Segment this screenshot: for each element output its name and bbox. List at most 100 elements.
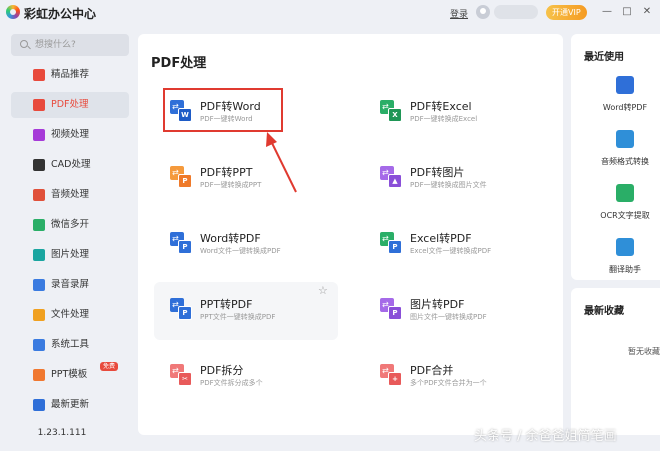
sidebar-item-2[interactable]: 视频处理 [11, 122, 129, 148]
sidebar-item-5[interactable]: 微信多开 [11, 212, 129, 238]
tool-card[interactable]: ⇄ P Excel转PDF Excel文件一键转换成PDF [364, 216, 548, 274]
search-placeholder: 想搜什么? [35, 40, 76, 50]
sidebar-item-label: 图片处理 [51, 249, 90, 260]
tool-name: PPT转PDF [200, 298, 253, 311]
tool-card[interactable]: ⇄ P 图片转PDF 图片文件一键转换成PDF [364, 282, 548, 340]
free-badge: 免费 [100, 362, 119, 371]
tool-desc: PDF一键转换成Excel [410, 115, 478, 123]
file-icon [33, 309, 45, 321]
sidebar-item-0[interactable]: 精品推荐 [11, 62, 129, 88]
sidebar-item-8[interactable]: 文件处理 [11, 302, 129, 328]
highlight-box [163, 88, 283, 132]
tool-name: PDF合并 [410, 364, 454, 377]
word-to-pdf-icon: ⇄ P [170, 232, 192, 254]
sidebar-item-label: 最新更新 [51, 399, 90, 410]
sidebar-item-6[interactable]: 图片处理 [11, 242, 129, 268]
pdf-to-ppt-icon: ⇄ P [170, 166, 192, 188]
update-icon [33, 399, 45, 411]
image-to-pdf-icon: ⇄ P [380, 298, 402, 320]
sidebar-item-1[interactable]: PDF处理 [11, 92, 129, 118]
search-icon [20, 40, 28, 48]
excel-to-pdf-icon: ⇄ P [380, 232, 402, 254]
recommend-icon [33, 69, 45, 81]
tool-card[interactable]: ⇄ ▲ PDF转图片 PDF一键转换成图片文件 [364, 150, 548, 208]
sidebar: 想搜什么? 精品推荐 PDF处理视频处理 CAD处理音频处理微信多开图片处理录音录屏… [0, 26, 138, 451]
cad-icon [33, 159, 45, 171]
pdf-to-image-icon: ⇄ ▲ [380, 166, 402, 188]
system-icon [33, 339, 45, 351]
tool-card[interactable]: ⇄ X PDF转Excel PDF一键转换成Excel [364, 84, 548, 142]
recent-item-label: 翻译助手 [609, 265, 641, 274]
image-icon [33, 249, 45, 261]
sidebar-item-label: PDF处理 [51, 99, 89, 110]
sidebar-item-label: 音频处理 [51, 189, 90, 200]
search-input[interactable]: 想搜什么? [11, 34, 129, 56]
tool-card[interactable]: ⇄ ✂ PDF拆分 PDF文件拆分成多个 [154, 348, 338, 406]
record-icon [33, 279, 45, 291]
tool-desc: 图片文件一键转换成PDF [410, 313, 487, 321]
recent-item-label: OCR文字提取 [600, 211, 650, 220]
tool-card[interactable]: ⇄ P PPT转PDF PPT文件一键转换成PDF ☆ [154, 282, 338, 340]
pdf-merge-icon: ⇄ + [380, 364, 402, 386]
recent-item-label: Word转PDF [602, 103, 648, 112]
sidebar-item-label: 微信多开 [51, 219, 90, 230]
pdf-icon [33, 99, 45, 111]
sidebar-item-9[interactable]: 系统工具 [11, 332, 129, 358]
login-link[interactable]: 登录 [450, 7, 468, 20]
tool-name: Excel转PDF [410, 232, 472, 245]
version-label: 1.23.1.111 [37, 428, 87, 438]
audio-icon [33, 189, 45, 201]
sidebar-item-7[interactable]: 录音录屏 [11, 272, 129, 298]
watermark: 头条号 / 余爸爸姐简笔画 [474, 429, 617, 444]
wechat-icon [33, 219, 45, 231]
recent-panel: 最近使用 Word转PDF 音频格式转换 OCR文字提取 翻译助手 [571, 34, 660, 280]
recent-item[interactable]: 音频格式转换 [571, 130, 660, 176]
sidebar-item-label: 视频处理 [51, 129, 90, 140]
sidebar-item-4[interactable]: 音频处理 [11, 182, 129, 208]
tool-desc: PDF一键转换成图片文件 [410, 181, 487, 189]
title-bar: 彩虹办公中心 登录 开通VIP — □ ✕ [0, 0, 660, 26]
page-title: PDF处理 [151, 56, 207, 71]
tool-desc: PDF一键转换成PPT [200, 181, 262, 189]
sidebar-item-label: 录音录屏 [51, 279, 90, 290]
translate-icon [616, 238, 634, 256]
favorites-title: 最新收藏 [584, 306, 624, 317]
app-title: 彩虹办公中心 [24, 7, 97, 21]
favorites-empty: 暂无收藏 [628, 347, 660, 356]
sidebar-item-3[interactable]: CAD处理 [11, 152, 129, 178]
tool-desc: Word文件一键转换成PDF [200, 247, 281, 255]
maximize-button[interactable]: □ [620, 4, 634, 20]
tool-name: 图片转PDF [410, 298, 465, 311]
ocr-icon [616, 184, 634, 202]
tool-desc: PDF文件拆分成多个 [200, 379, 263, 387]
open-vip-button[interactable]: 开通VIP [546, 5, 587, 20]
sidebar-item-11[interactable]: 最新更新 [11, 392, 129, 418]
recent-item[interactable]: 翻译助手 [571, 238, 660, 284]
recent-item[interactable]: OCR文字提取 [571, 184, 660, 230]
tool-card[interactable]: ⇄ P PDF转PPT PDF一键转换成PPT [154, 150, 338, 208]
user-name[interactable] [494, 5, 538, 19]
word-to-pdf-icon [616, 76, 634, 94]
star-icon[interactable]: ☆ [318, 284, 328, 297]
tool-card[interactable]: ⇄ P Word转PDF Word文件一键转换成PDF [154, 216, 338, 274]
tool-name: Word转PDF [200, 232, 261, 245]
video-icon [33, 129, 45, 141]
recent-item-label: 音频格式转换 [601, 157, 649, 166]
sidebar-item-10[interactable]: PPT模板 免费 [11, 362, 129, 388]
favorites-panel: 最新收藏 暂无收藏 [571, 288, 660, 435]
tool-card[interactable]: ⇄ + PDF合并多个PDF文件合并为一个 [364, 348, 548, 406]
sidebar-item-label: 文件处理 [51, 309, 90, 320]
close-button[interactable]: ✕ [640, 4, 654, 20]
tool-desc: Excel文件一键转换成PDF [410, 247, 492, 255]
tool-desc: PPT文件一键转换成PDF [200, 313, 276, 321]
audio-convert-icon [616, 130, 634, 148]
tool-name: PDF转图片 [410, 166, 465, 179]
tool-desc: 多个PDF文件合并为一个 [410, 379, 487, 387]
recent-item[interactable]: Word转PDF [571, 76, 660, 122]
avatar[interactable] [476, 5, 490, 19]
pdf-to-excel-icon: ⇄ X [380, 100, 402, 122]
minimize-button[interactable]: — [600, 4, 614, 20]
recent-title: 最近使用 [584, 52, 624, 63]
tool-name: PDF拆分 [200, 364, 244, 377]
sidebar-item-label: 精品推荐 [51, 69, 90, 80]
